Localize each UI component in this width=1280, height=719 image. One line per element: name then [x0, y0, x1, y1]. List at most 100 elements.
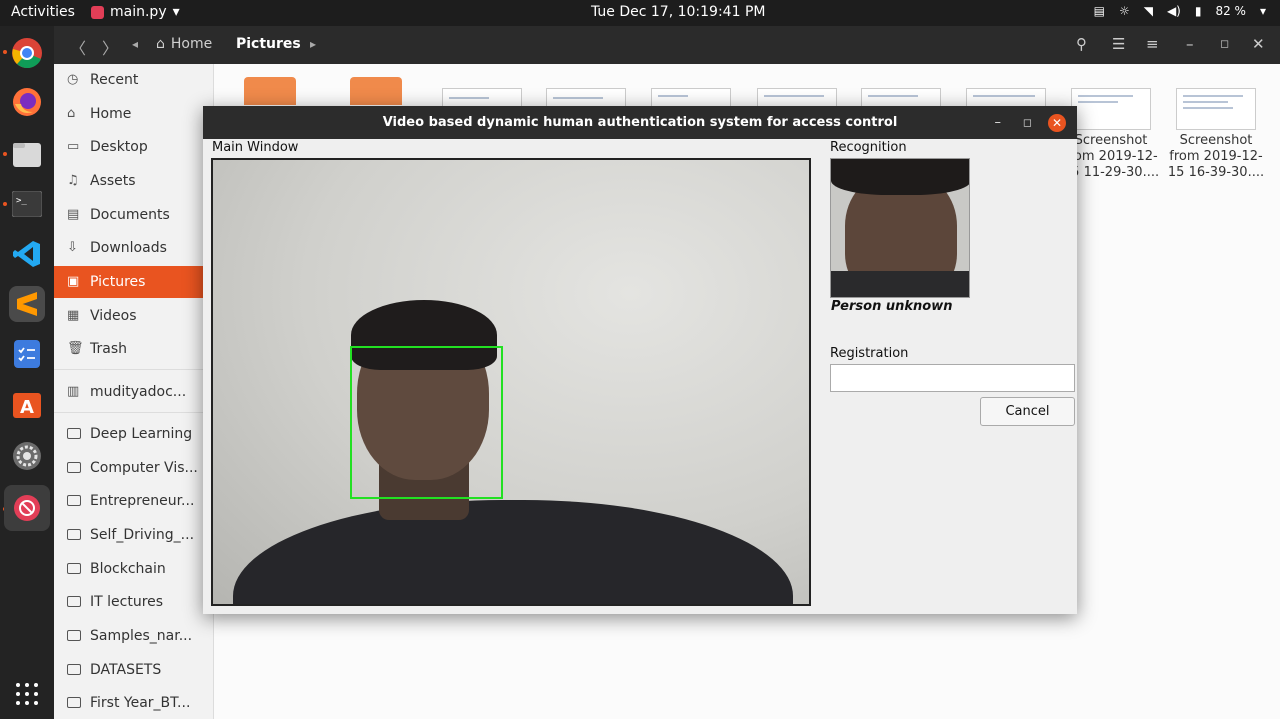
places-sidebar: ◷ Recent ⌂ Home ▭ Desktop ♫ Assets ▤ Document… [54, 64, 214, 719]
vscode-icon[interactable] [9, 236, 45, 272]
breadcrumb-current[interactable]: Pictures [236, 36, 301, 52]
sidebar-item-bookmark[interactable]: Self_Driving_... [54, 519, 214, 551]
sidebar-item-trash[interactable]: 🗑 Trash [54, 333, 214, 365]
sidebar-item-bookmark[interactable]: Computer Vis... [54, 452, 214, 484]
close-icon[interactable]: ✕ [1048, 114, 1066, 132]
image-icon: ▣ [67, 274, 80, 289]
cancel-button[interactable]: Cancel [980, 397, 1075, 426]
sidebar-item-label: Home [90, 106, 132, 122]
system-tray[interactable]: ▤ ☼ ◥ ◀) ▮ 82 % ▾ [1094, 4, 1266, 18]
sidebar-item-bookmark[interactable]: First Year_BT... [54, 687, 214, 719]
breadcrumb-left-arrow-icon[interactable]: ◂ [132, 37, 138, 51]
sidebar-item-bookmark[interactable]: Deep Learning [54, 418, 214, 450]
video-icon: ▦ [67, 308, 80, 323]
desktop-icon: ▭ [67, 139, 80, 154]
sidebar-item-pictures[interactable]: ▣ Pictures [54, 266, 214, 298]
activities-button[interactable]: Activities [11, 4, 75, 20]
running-indicator [3, 152, 7, 156]
music-icon: ♫ [67, 173, 79, 188]
sidebar-item-desktop[interactable]: ▭ Desktop [54, 131, 214, 163]
sidebar-item-assets[interactable]: ♫ Assets [54, 165, 214, 197]
maximize-icon[interactable]: ◻ [1220, 37, 1229, 50]
breadcrumb-home-label: Home [170, 36, 213, 52]
sidebar-item-downloads[interactable]: ⇩ Downloads [54, 232, 214, 264]
sidebar-item-label: Computer Vis... [90, 460, 198, 476]
python-app-icon[interactable] [4, 485, 50, 531]
show-applications-icon[interactable] [16, 683, 38, 705]
body-crop [831, 271, 969, 297]
sidebar-item-label: Entrepreneur... [90, 493, 195, 509]
sidebar-item-home[interactable]: ⌂ Home [54, 98, 214, 130]
file-thumbnail[interactable] [1071, 88, 1151, 130]
drive-icon: ▥ [67, 384, 80, 399]
sublime-text-icon[interactable] [9, 286, 45, 322]
running-indicator [3, 202, 7, 206]
files-icon[interactable] [9, 136, 45, 172]
breadcrumb-right-arrow-icon[interactable]: ▸ [310, 37, 316, 51]
dock: >_ A [0, 26, 54, 719]
sidebar-item-videos[interactable]: ▦ Videos [54, 300, 214, 332]
sidebar-item-label: DATASETS [90, 662, 162, 678]
file-name[interactable]: Screenshot from 2019-12- 15 16-39-30.... [1166, 133, 1266, 181]
sidebar-divider [54, 369, 214, 370]
folder-icon [67, 427, 81, 441]
settings-icon[interactable] [9, 438, 45, 474]
brightness-icon[interactable]: ☼ [1119, 4, 1130, 18]
folder-thumbnail[interactable] [244, 77, 296, 105]
clipboard-icon[interactable]: ▤ [1094, 4, 1105, 18]
back-button[interactable]: 〈 [70, 35, 86, 59]
firefox-icon[interactable] [9, 84, 45, 120]
sidebar-item-label: Documents [90, 207, 170, 223]
home-icon: ⌂ [156, 36, 165, 52]
terminal-icon[interactable]: >_ [9, 186, 45, 222]
view-options-icon[interactable]: ☰ [1112, 35, 1125, 53]
app-menu-label: main.py [110, 4, 167, 20]
file-name-line: Screenshot [1179, 133, 1253, 148]
sidebar-item-bookmark[interactable]: IT lectures [54, 586, 214, 618]
sidebar-item-label: First Year_BT... [90, 695, 191, 711]
face-detection-box [350, 346, 503, 499]
software-center-icon[interactable]: A [9, 386, 45, 422]
minimize-icon[interactable]: – [995, 106, 1002, 139]
running-indicator [3, 50, 7, 54]
file-thumbnail[interactable] [1176, 88, 1256, 130]
folder-icon [67, 663, 81, 677]
sidebar-item-bookmark[interactable]: Samples_nar... [54, 620, 214, 652]
menu-icon[interactable]: ≡ [1146, 35, 1159, 53]
maximize-icon[interactable]: ◻ [1023, 106, 1032, 139]
chrome-icon[interactable] [9, 35, 45, 71]
battery-icon[interactable]: ▮ [1195, 4, 1202, 18]
sidebar-item-label: Downloads [90, 240, 167, 256]
folder-thumbnail[interactable] [350, 77, 402, 105]
sidebar-item-label: Assets [90, 173, 136, 189]
search-icon[interactable]: ⚲ [1076, 35, 1087, 53]
close-icon[interactable]: ✕ [1252, 35, 1265, 53]
sidebar-item-documents[interactable]: ▤ Documents [54, 199, 214, 231]
sidebar-item-recent[interactable]: ◷ Recent [54, 64, 214, 96]
window-titlebar[interactable]: Video based dynamic human authentication… [203, 106, 1077, 139]
sidebar-item-label: Samples_nar... [90, 628, 193, 644]
folder-icon [67, 629, 81, 643]
recognition-status: Person unknown [831, 299, 953, 314]
sidebar-item-drive[interactable]: ▥ mudityadoc... [54, 376, 214, 408]
minimize-icon[interactable]: – [1186, 35, 1194, 53]
wifi-icon[interactable]: ◥ [1144, 4, 1153, 18]
registration-name-input[interactable] [830, 364, 1075, 392]
clock-icon: ◷ [67, 72, 79, 87]
sidebar-item-bookmark[interactable]: Blockchain [54, 553, 214, 585]
camera-feed [211, 158, 811, 606]
app-menu[interactable]: main.py ▾ [91, 4, 180, 20]
sidebar-item-label: Recent [90, 72, 139, 88]
sidebar-item-label: IT lectures [90, 594, 164, 610]
breadcrumb-home[interactable]: ⌂ Home [156, 36, 212, 52]
sidebar-item-bookmark[interactable]: Entrepreneur... [54, 485, 214, 517]
power-menu-chevron-icon[interactable]: ▾ [1260, 4, 1266, 18]
tasks-icon[interactable] [9, 336, 45, 372]
clock[interactable]: Tue Dec 17, 10:19:41 PM [591, 4, 765, 20]
forward-button[interactable]: 〉 [102, 35, 118, 59]
svg-text:A: A [20, 397, 34, 418]
volume-icon[interactable]: ◀) [1167, 4, 1181, 18]
folder-icon [67, 696, 81, 710]
download-icon: ⇩ [67, 240, 78, 255]
sidebar-item-bookmark[interactable]: DATASETS [54, 654, 214, 686]
